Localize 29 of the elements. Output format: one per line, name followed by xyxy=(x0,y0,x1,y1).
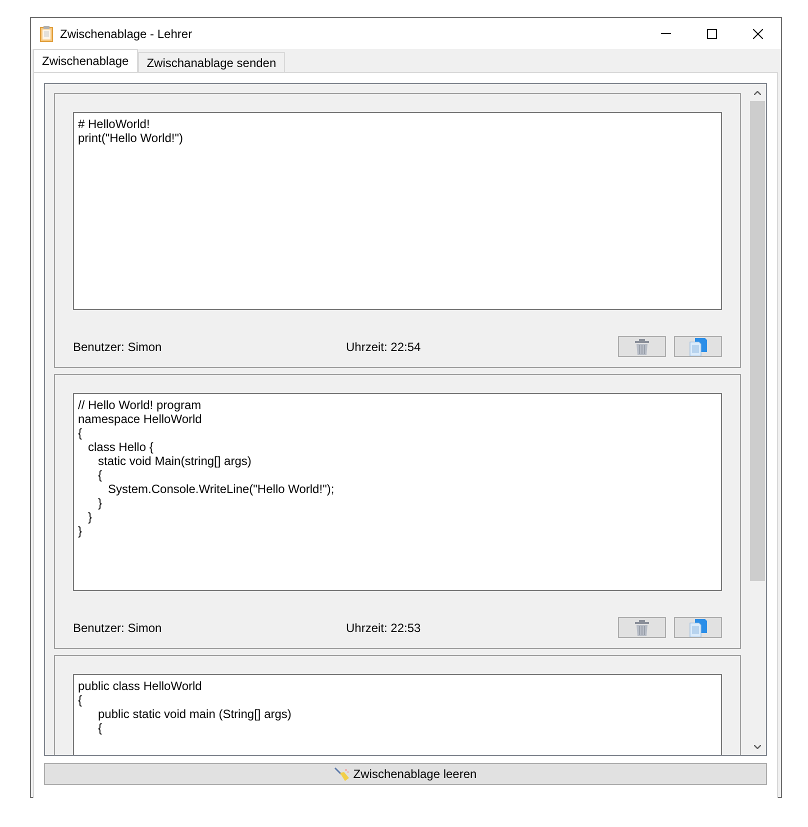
code-text: public class HelloWorld { public static void main (String[] args) { xyxy=(78,679,292,735)
code-text-area[interactable]: // Hello World! program namespace HelloWorld { class Hello { static void Main(string[] args) { System.Console.WriteLine("Hello World!"); } } } xyxy=(73,393,722,591)
window-title: Zwischenablage - Lehrer xyxy=(60,26,194,40)
delete-button[interactable] xyxy=(618,336,666,357)
code-text-area[interactable]: # HelloWorld! print("Hello World!") xyxy=(73,112,722,310)
code-text: # HelloWorld! print("Hello World!") xyxy=(78,117,183,145)
maximize-icon xyxy=(707,28,717,38)
time-label: Uhrzeit: 22:53 xyxy=(346,620,422,634)
delete-button[interactable] xyxy=(618,617,666,638)
trash-icon xyxy=(635,620,649,636)
copy-icon xyxy=(689,338,707,356)
user-label: Benutzer: Simon xyxy=(73,340,163,354)
user-label: Benutzer: Simon xyxy=(73,620,163,634)
time-label: Uhrzeit: 22:54 xyxy=(346,340,422,354)
tab[interactable]: Zwischanablage senden xyxy=(138,52,286,72)
broom-icon xyxy=(334,767,350,781)
scroll-down-icon xyxy=(754,744,761,748)
code-text-area[interactable]: public class HelloWorld { public static void main (String[] args) { xyxy=(73,674,722,755)
copy-button[interactable] xyxy=(674,336,722,357)
scroll-up-icon xyxy=(754,90,761,94)
trash-icon xyxy=(635,338,649,354)
code-text: // Hello World! program namespace HelloWorld { class Hello { static void Main(string[] args) { System.Console.WriteLine("Hello World!"); } } } xyxy=(78,398,334,538)
copy-button[interactable] xyxy=(674,617,722,638)
copy-icon xyxy=(689,618,707,636)
close-icon xyxy=(753,28,763,38)
clipboard-icon xyxy=(40,26,53,42)
tab[interactable]: Zwischenablage xyxy=(33,49,138,72)
minimize-icon xyxy=(661,33,671,34)
clear-clipboard-button[interactable]: Zwischenablage leeren xyxy=(44,763,767,785)
